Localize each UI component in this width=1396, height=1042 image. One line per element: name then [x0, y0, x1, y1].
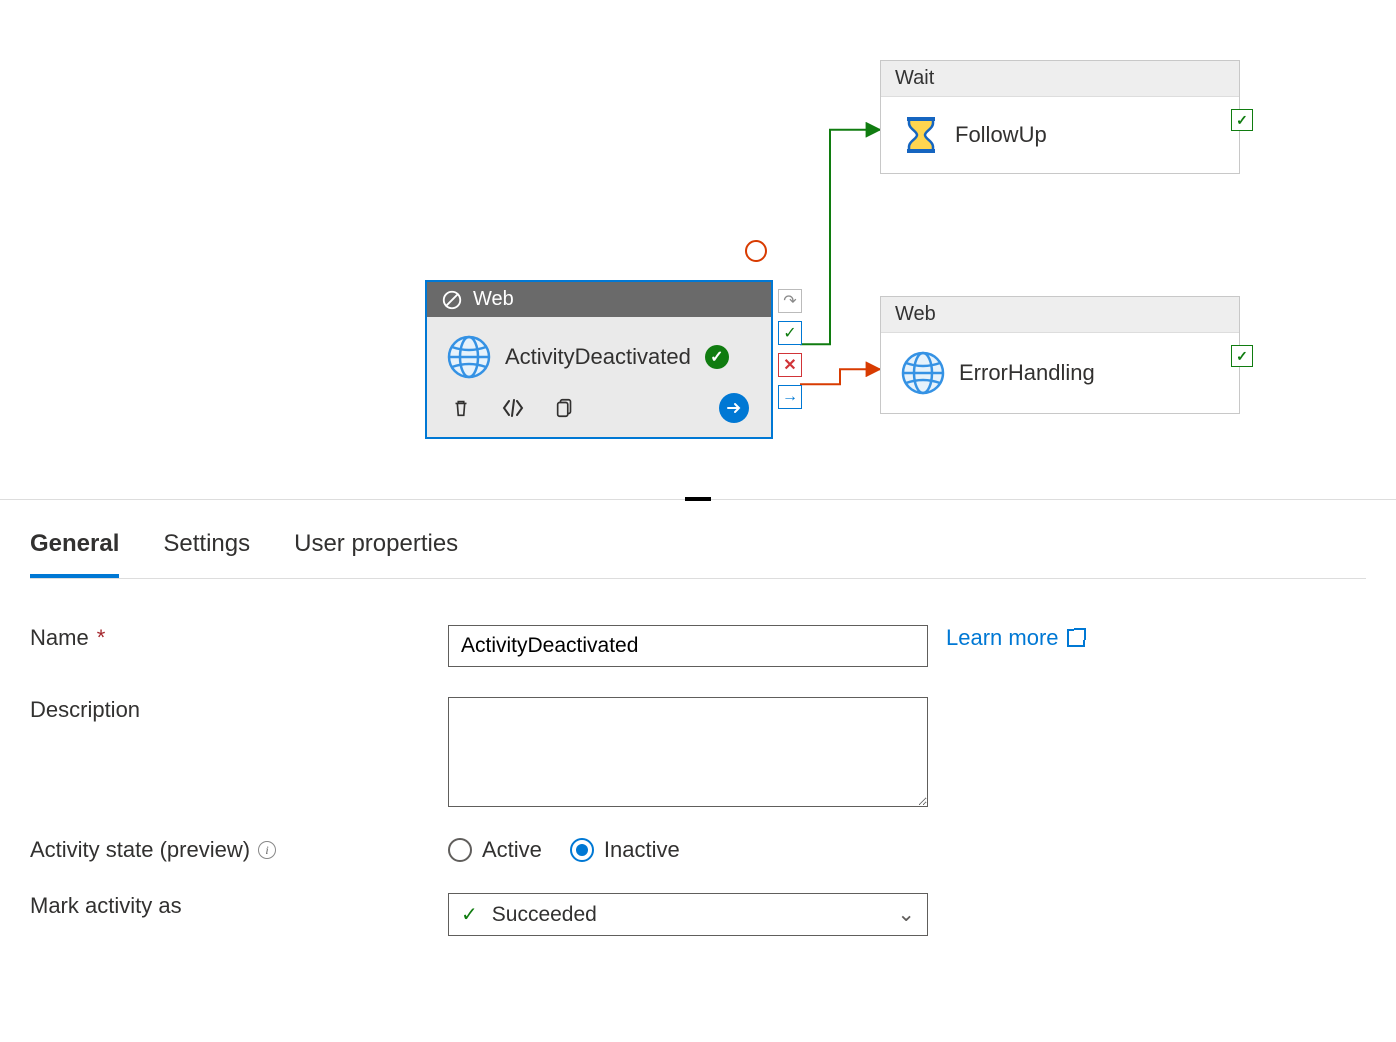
- globe-icon: [447, 335, 491, 379]
- learn-more-link[interactable]: Learn more: [946, 625, 1366, 651]
- deactivated-icon: [441, 289, 463, 311]
- chevron-down-icon: ⌄: [897, 902, 915, 927]
- followup-node[interactable]: Wait FollowUp ✓: [880, 60, 1240, 174]
- errorhandling-node[interactable]: Web ErrorHandling ✓: [880, 296, 1240, 414]
- activity-deactivated-node[interactable]: Web ActivityDeactivated ✓: [425, 280, 773, 439]
- activity-state-label: Activity state (preview) i: [30, 837, 430, 863]
- mark-activity-as-select[interactable]: ✓ Succeeded ⌄: [448, 893, 928, 936]
- properties-panel: General Settings User properties Name* L…: [0, 516, 1396, 976]
- node-type-label: Web: [895, 303, 936, 326]
- code-icon[interactable]: [501, 396, 525, 420]
- node-name: ActivityDeactivated: [505, 344, 691, 370]
- description-input[interactable]: [448, 697, 928, 807]
- external-link-icon: [1067, 629, 1085, 647]
- success-connector-badge[interactable]: ✓: [778, 321, 802, 345]
- mark-activity-as-label: Mark activity as: [30, 893, 430, 919]
- node-name: FollowUp: [955, 122, 1047, 148]
- tab-general[interactable]: General: [30, 516, 119, 578]
- description-label: Description: [30, 697, 430, 723]
- tab-settings[interactable]: Settings: [163, 516, 250, 578]
- status-success-icon: ✓: [705, 345, 729, 369]
- radio-inactive[interactable]: Inactive: [570, 837, 680, 863]
- split-handle[interactable]: [685, 497, 711, 501]
- node-type-label: Web: [473, 288, 514, 311]
- failure-connector-badge[interactable]: ✕: [778, 353, 802, 377]
- node-type-label: Wait: [895, 67, 934, 90]
- hourglass-icon: [901, 115, 941, 155]
- radio-active[interactable]: Active: [448, 837, 542, 863]
- redo-badge[interactable]: ↷: [778, 289, 802, 313]
- name-input[interactable]: [448, 625, 928, 667]
- check-icon: ✓: [461, 902, 478, 927]
- run-icon[interactable]: [719, 393, 749, 423]
- globe-icon: [901, 351, 945, 395]
- info-icon[interactable]: i: [258, 841, 276, 859]
- name-label: Name*: [30, 625, 430, 651]
- node-name: ErrorHandling: [959, 360, 1095, 386]
- pipeline-canvas[interactable]: ↷ ✓ ✕ → Web ActivityDeactivated ✓: [0, 0, 1396, 500]
- copy-icon[interactable]: [553, 396, 577, 420]
- tabs: General Settings User properties: [30, 516, 1366, 579]
- breakpoint-marker[interactable]: [745, 240, 767, 262]
- skip-connector-badge[interactable]: →: [778, 385, 802, 409]
- success-connector-badge[interactable]: ✓: [1231, 109, 1253, 131]
- delete-icon[interactable]: [449, 396, 473, 420]
- success-connector-badge[interactable]: ✓: [1231, 345, 1253, 367]
- tab-user-properties[interactable]: User properties: [294, 516, 458, 578]
- activity-state-group: Active Inactive: [448, 837, 928, 863]
